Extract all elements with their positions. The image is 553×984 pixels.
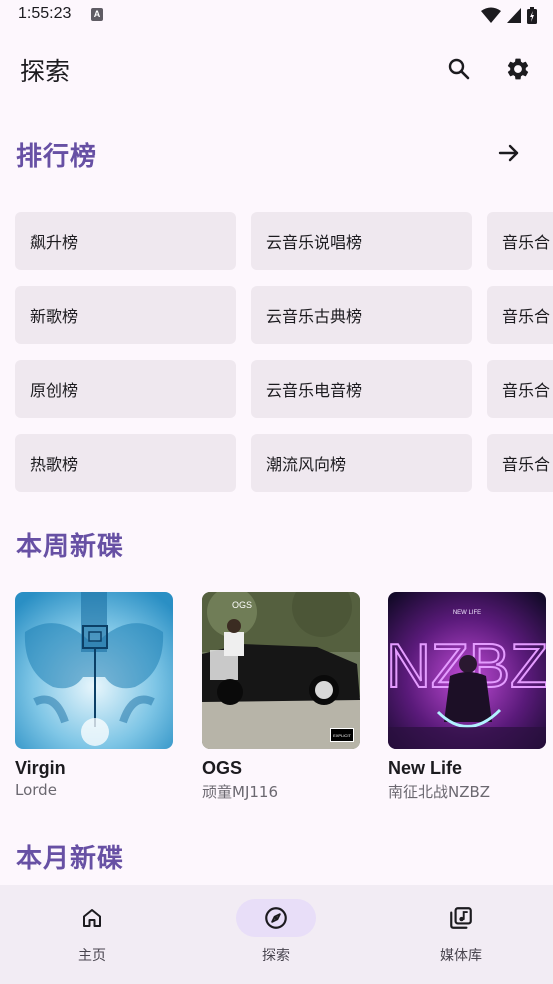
album-artist[interactable]: 南征北战NZBZ — [388, 781, 546, 802]
nav-label: 主页 — [78, 948, 106, 964]
cover-text: NEW LIFE — [453, 610, 481, 616]
chart-item[interactable]: 潮流风向榜 — [251, 434, 472, 492]
chart-item[interactable]: 音乐合 — [487, 434, 553, 492]
gear-icon — [507, 58, 529, 80]
monthly-albums-title: 本月新碟 — [16, 844, 125, 874]
nav-item-library[interactable]: 媒体库 — [369, 885, 553, 984]
chart-item[interactable]: 飙升榜 — [15, 212, 236, 270]
home-icon — [83, 909, 101, 927]
chart-item[interactable]: 音乐合 — [487, 360, 553, 418]
chart-item[interactable]: 音乐合 — [487, 286, 553, 344]
cover-text: OGS — [232, 600, 252, 610]
album-title: New Life — [388, 758, 463, 778]
battery-icon — [527, 6, 537, 24]
arrow-right-icon — [498, 144, 519, 162]
album-cover: OGS EXPLICIT — [202, 592, 360, 749]
chart-item[interactable]: 热歌榜 — [15, 434, 236, 492]
album-card[interactable]: NEW LIFE NZBZ New Life 南征北战NZBZ — [388, 592, 546, 802]
chart-item[interactable]: 原创榜 — [15, 360, 236, 418]
status-bar: 1:55:23 A — [0, 0, 553, 30]
nav-icon-container — [52, 899, 132, 937]
status-icons — [481, 6, 537, 24]
settings-button[interactable] — [498, 49, 538, 89]
status-time: 1:55:23 — [18, 5, 72, 22]
weekly-albums-title: 本周新碟 — [16, 532, 125, 562]
nav-icon-container — [236, 899, 316, 937]
charts-section-title[interactable]: 排行榜 — [16, 136, 97, 173]
notification-icon: A — [91, 8, 103, 21]
nav-icon-container — [421, 899, 501, 937]
chart-item[interactable]: 新歌榜 — [15, 286, 236, 344]
album-cover — [15, 592, 173, 749]
compass-icon — [265, 907, 287, 929]
search-icon — [448, 58, 470, 80]
album-cover: NEW LIFE NZBZ — [388, 592, 546, 749]
album-title: Virgin — [15, 758, 66, 778]
library-icon — [450, 907, 472, 929]
album-card[interactable]: Virgin Lorde — [15, 592, 173, 799]
wifi-icon — [481, 7, 501, 23]
bottom-navigation: 主页 探索 媒体库 — [0, 885, 553, 984]
charts-more-button[interactable] — [489, 133, 529, 173]
album-artist[interactable]: 顽童MJ116 — [202, 781, 360, 802]
search-button[interactable] — [439, 49, 479, 89]
chart-item[interactable]: 云音乐古典榜 — [251, 286, 472, 344]
nav-item-home[interactable]: 主页 — [0, 885, 184, 984]
top-app-bar: 探索 — [0, 40, 553, 100]
explicit-badge: EXPLICIT — [333, 733, 351, 738]
album-title: OGS — [202, 758, 243, 778]
chart-item[interactable]: 云音乐说唱榜 — [251, 212, 472, 270]
album-card[interactable]: OGS EXPLICIT OGS 顽童MJ116 — [202, 592, 360, 802]
nav-item-explore[interactable]: 探索 — [184, 885, 368, 984]
screen: 1:55:23 A 探索 排行榜 飙升榜 云音乐说唱榜 音乐合 新歌榜 云音乐古… — [0, 0, 553, 984]
nav-label: 媒体库 — [440, 948, 482, 964]
signal-icon — [507, 7, 521, 23]
chart-item[interactable]: 音乐合 — [487, 212, 553, 270]
chart-item[interactable]: 云音乐电音榜 — [251, 360, 472, 418]
nav-label: 探索 — [262, 948, 290, 964]
album-artist[interactable]: Lorde — [15, 781, 173, 799]
page-title: 探索 — [20, 57, 71, 86]
